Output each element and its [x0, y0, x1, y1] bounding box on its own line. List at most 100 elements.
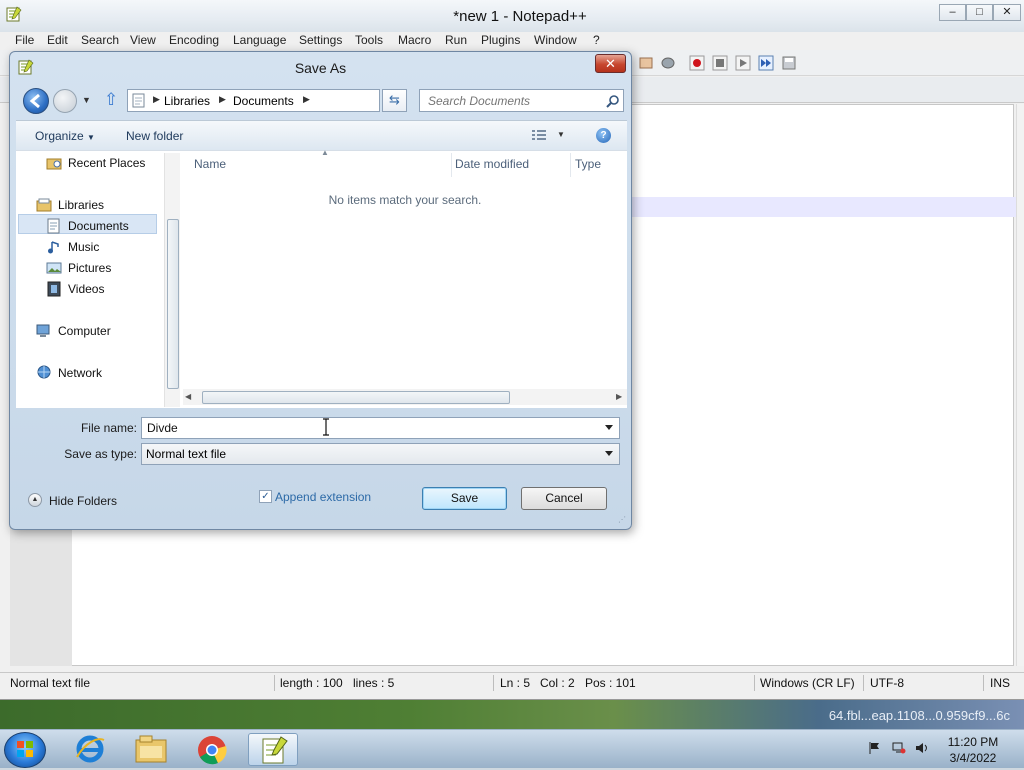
column-separator [451, 153, 452, 177]
back-arrow-icon [29, 93, 40, 109]
menu-edit[interactable]: Edit [47, 33, 68, 47]
network-icon [37, 365, 51, 379]
maximize-button[interactable]: □ [966, 4, 993, 21]
breadcrumb-separator-icon: ▶ [303, 94, 310, 104]
status-separator [493, 675, 494, 691]
help-button[interactable]: ? [596, 128, 611, 143]
nav-label: Music [68, 240, 100, 254]
macro-play-multiple-icon[interactable] [758, 55, 774, 71]
back-button[interactable] [23, 88, 49, 114]
column-header-name[interactable]: Name [194, 157, 226, 171]
refresh-button[interactable]: ⇆ [382, 89, 407, 112]
file-list-horizontal-scrollbar[interactable]: ◀ ▶ [183, 389, 627, 405]
editor-vertical-scrollbar[interactable] [1016, 104, 1024, 666]
menu-bar: File Edit Search View Encoding Language … [0, 32, 1024, 50]
nav-label: Recent Places [68, 156, 146, 170]
search-icon[interactable] [606, 94, 620, 108]
search-box[interactable] [419, 89, 624, 112]
column-header-date-modified[interactable]: Date modified [455, 157, 529, 171]
file-explorer-icon[interactable] [134, 734, 168, 764]
navigation-bar: ▼ ⇧ ▶ Libraries ▶ Documents ▶ ▼ ⇆ [10, 82, 631, 120]
horizontal-scroll-thumb[interactable] [202, 391, 510, 404]
file-name-combobox[interactable] [141, 417, 620, 439]
title-bar: *new 1 - Notepad++ – □ ✕ [0, 0, 1024, 32]
nav-label: Computer [58, 324, 111, 338]
network-tray-icon[interactable] [892, 741, 906, 755]
nav-pane-scrollbar[interactable] [164, 153, 180, 407]
breadcrumb-documents[interactable]: Documents [233, 94, 294, 108]
desktop-filename-text: 64.fbl...eap.1108...0.959cf9...6c [828, 708, 1010, 723]
chrome-icon[interactable] [196, 734, 228, 766]
menu-run[interactable]: Run [445, 33, 467, 47]
column-header-type[interactable]: Type [575, 157, 601, 171]
status-ln: Ln : 5 [500, 676, 531, 690]
menu-tools[interactable]: Tools [355, 33, 383, 47]
menu-language[interactable]: Language [233, 33, 286, 47]
file-name-input[interactable] [147, 420, 587, 436]
view-dropdown-icon[interactable]: ▼ [557, 130, 565, 139]
menu-file[interactable]: File [15, 33, 34, 47]
breadcrumb-separator-icon: ▶ [153, 94, 160, 104]
internet-explorer-icon[interactable] [74, 733, 106, 765]
breadcrumb-libraries[interactable]: Libraries [164, 94, 210, 108]
browser-body: Recent Places Libraries Documents Music … [16, 148, 627, 408]
save-as-type-value: Normal text file [146, 447, 227, 461]
menu-plugins[interactable]: Plugins [481, 33, 520, 47]
up-level-icon[interactable]: ⇧ [104, 90, 118, 110]
checkbox-checked-icon[interactable]: ✓ [259, 490, 272, 503]
scroll-left-icon[interactable]: ◀ [185, 392, 191, 401]
menu-window[interactable]: Window [534, 33, 577, 47]
macro-play-icon[interactable] [735, 55, 751, 71]
file-list[interactable]: Name ▲ Date modified Type No items match… [181, 148, 627, 407]
scroll-right-icon[interactable]: ▶ [616, 392, 622, 401]
action-center-flag-icon[interactable] [868, 741, 882, 755]
search-input[interactable] [426, 92, 596, 109]
save-as-type-label: Save as type: [64, 447, 137, 461]
address-bar[interactable]: ▶ Libraries ▶ Documents ▶ ▼ [127, 89, 492, 112]
menu-macro[interactable]: Macro [398, 33, 431, 47]
macro-record-icon[interactable] [689, 55, 705, 71]
dialog-close-button[interactable]: ✕ [595, 54, 626, 73]
window-title: *new 1 - Notepad++ [453, 8, 587, 25]
recent-pages-dropdown-icon[interactable]: ▼ [82, 95, 91, 105]
status-col: Col : 2 [540, 676, 575, 690]
save-as-type-select[interactable]: Normal text file [141, 443, 620, 465]
breadcrumb-separator-icon: ▶ [219, 94, 226, 104]
nav-scroll-thumb[interactable] [167, 219, 179, 389]
menu-view[interactable]: View [130, 33, 156, 47]
menu-help[interactable]: ? [593, 33, 600, 47]
status-separator [983, 675, 984, 691]
menu-search[interactable]: Search [81, 33, 119, 47]
minimize-button[interactable]: – [939, 4, 966, 21]
status-lines: lines : 5 [353, 676, 395, 690]
organize-button[interactable]: Organize ▼ [35, 129, 95, 143]
toolbar-icon[interactable] [638, 55, 654, 71]
forward-button[interactable] [53, 89, 77, 113]
append-extension-label[interactable]: Append extension [275, 490, 371, 504]
system-clock[interactable]: 11:20 PM 3/4/2022 [940, 734, 1006, 766]
view-options-icon[interactable] [531, 129, 547, 143]
libraries-icon [36, 198, 52, 212]
menu-settings[interactable]: Settings [299, 33, 342, 47]
empty-results-message: No items match your search. [328, 193, 482, 207]
new-folder-button[interactable]: New folder [126, 129, 183, 143]
resize-grip-icon[interactable]: ⋰ [618, 515, 626, 524]
nav-label: Libraries [58, 198, 105, 212]
nav-label: Documents [68, 219, 129, 233]
notepadpp-taskbar-button[interactable] [248, 733, 298, 766]
macro-save-icon[interactable] [781, 55, 797, 71]
toolbar-icon[interactable] [660, 55, 676, 71]
start-button[interactable] [4, 732, 46, 768]
file-name-dropdown-icon[interactable] [605, 425, 613, 430]
menu-encoding[interactable]: Encoding [169, 33, 219, 47]
clock-time: 11:20 PM [947, 735, 999, 749]
close-button[interactable]: ✕ [993, 4, 1021, 21]
nav-label: Pictures [68, 261, 112, 275]
volume-icon[interactable] [915, 741, 929, 755]
cancel-button[interactable]: Cancel [521, 487, 607, 510]
windows-logo-icon [17, 741, 33, 757]
save-button[interactable]: Save [422, 487, 507, 510]
chevron-down-icon[interactable] [605, 451, 613, 456]
hide-folders-label: Hide Folders [49, 494, 118, 508]
macro-stop-icon[interactable] [712, 55, 728, 71]
